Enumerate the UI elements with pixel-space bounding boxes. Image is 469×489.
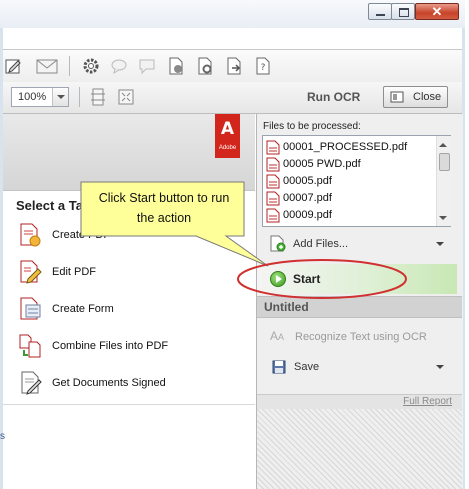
task-label: Create PDF — [52, 229, 111, 241]
play-icon — [270, 271, 286, 287]
combine-files-icon — [19, 334, 41, 358]
sticky-note-icon[interactable] — [138, 57, 156, 75]
scroll-thumb[interactable] — [439, 153, 450, 171]
task-create-form[interactable]: Create Form — [18, 296, 248, 322]
list-item[interactable]: 00007.pdf — [266, 190, 436, 206]
chevron-down-icon[interactable] — [436, 365, 444, 373]
scroll-up-icon[interactable] — [439, 139, 447, 147]
ocr-text-icon: AA — [270, 329, 285, 343]
task-label: Create Form — [52, 303, 114, 315]
create-form-icon — [20, 297, 41, 320]
list-item[interactable]: 00005 PWD.pdf — [266, 156, 436, 172]
close-label: Close — [413, 91, 442, 103]
file-list-scrollbar[interactable] — [436, 136, 451, 226]
task-label: Edit PDF — [52, 266, 97, 278]
pdf-file-icon — [266, 208, 280, 223]
zoom-select[interactable]: 100% — [11, 87, 69, 107]
files-label: Files to be processed: — [263, 121, 361, 132]
full-report-link[interactable]: Full Report — [403, 396, 452, 407]
minimize-button[interactable] — [368, 3, 392, 20]
zoom-value: 100% — [18, 91, 47, 103]
email-icon[interactable] — [36, 57, 58, 75]
task-combine-files[interactable]: Combine Files into PDF — [18, 333, 248, 359]
file-name: 00001_PROCESSED.pdf — [283, 141, 408, 153]
comment-icon[interactable] — [110, 57, 128, 75]
start-button[interactable]: Start — [257, 264, 457, 294]
toolbar-separator — [79, 87, 80, 107]
pdf-help-icon[interactable]: ? — [254, 57, 272, 75]
secondary-toolbar: 100% Run OCR Close — [3, 82, 462, 114]
file-name: 00005 PWD.pdf — [283, 158, 361, 170]
file-name: 00009.pdf — [283, 209, 332, 221]
action-section-header: Untitled — [257, 296, 462, 318]
adobe-wordmark: Adobe — [218, 145, 237, 151]
truncated-text: s — [0, 431, 5, 442]
list-item[interactable]: 00001_PROCESSED.pdf — [266, 139, 436, 155]
panel-empty-area — [257, 409, 462, 489]
scroll-down-icon[interactable] — [439, 216, 447, 224]
task-edit-pdf[interactable]: Edit PDF — [18, 259, 248, 285]
divider — [3, 404, 255, 405]
callout-line-2: the action — [136, 211, 192, 225]
save-icon — [272, 360, 286, 374]
close-icon: ✕ — [431, 4, 443, 19]
pdf-file-icon — [266, 174, 280, 189]
create-pdf-icon — [20, 223, 41, 247]
list-item[interactable]: 00009.pdf — [266, 207, 436, 223]
maximize-button[interactable] — [391, 3, 415, 20]
add-files-label: Add Files... — [293, 238, 349, 250]
start-label: Start — [293, 272, 321, 286]
task-label: Combine Files into PDF — [52, 340, 169, 352]
chevron-down-icon[interactable] — [436, 242, 444, 250]
gear-icon[interactable] — [82, 57, 100, 75]
section-title: Untitled — [264, 300, 309, 314]
pdf-file-icon — [266, 140, 280, 155]
pdf-lock-icon[interactable] — [196, 57, 214, 75]
window-close-button[interactable]: ✕ — [415, 3, 459, 20]
fit-page-icon[interactable] — [89, 88, 107, 106]
pdf-settings-icon[interactable] — [167, 57, 185, 75]
recognize-label: Recognize Text using OCR — [295, 331, 427, 343]
task-get-documents-signed[interactable]: Get Documents Signed — [18, 370, 248, 396]
full-screen-icon[interactable] — [117, 88, 135, 106]
svg-text:?: ? — [261, 63, 266, 73]
add-files-button[interactable]: Add Files... — [262, 232, 454, 256]
task-label: Get Documents Signed — [52, 377, 166, 389]
pdf-file-icon — [266, 191, 280, 206]
adobe-logo: A Adobe — [215, 114, 240, 158]
report-bar: Full Report — [257, 394, 462, 409]
panel-title: Run OCR — [307, 90, 361, 104]
callout-text: Click Start button to run the action — [84, 188, 244, 228]
sign-document-icon — [21, 371, 42, 395]
main-toolbar: ? — [3, 49, 462, 83]
add-file-icon — [270, 235, 286, 252]
file-list[interactable]: 00001_PROCESSED.pdf 00005 PWD.pdf 00005.… — [262, 135, 451, 227]
tasks-heading: Select a Ta — [16, 198, 83, 213]
sign-icon[interactable] — [5, 57, 23, 75]
callout-line-1: Click Start button to run — [98, 191, 230, 205]
recognize-text-step[interactable]: AA Recognize Text using OCR — [262, 326, 454, 348]
toolbar-separator — [69, 56, 70, 76]
adobe-logo-letter: A — [220, 119, 235, 139]
save-label: Save — [294, 361, 320, 373]
list-item[interactable]: 00005.pdf — [266, 173, 436, 189]
close-panel-icon — [390, 91, 404, 103]
file-name: 00005.pdf — [283, 175, 332, 187]
close-panel-button[interactable]: Close — [383, 86, 448, 108]
file-name: 00007.pdf — [283, 192, 332, 204]
pdf-file-icon — [266, 157, 280, 172]
pdf-export-icon[interactable] — [225, 57, 243, 75]
save-step[interactable]: Save — [262, 356, 454, 378]
edit-pdf-icon — [20, 260, 42, 284]
chevron-down-icon[interactable] — [52, 88, 68, 106]
window-edge — [465, 0, 469, 489]
